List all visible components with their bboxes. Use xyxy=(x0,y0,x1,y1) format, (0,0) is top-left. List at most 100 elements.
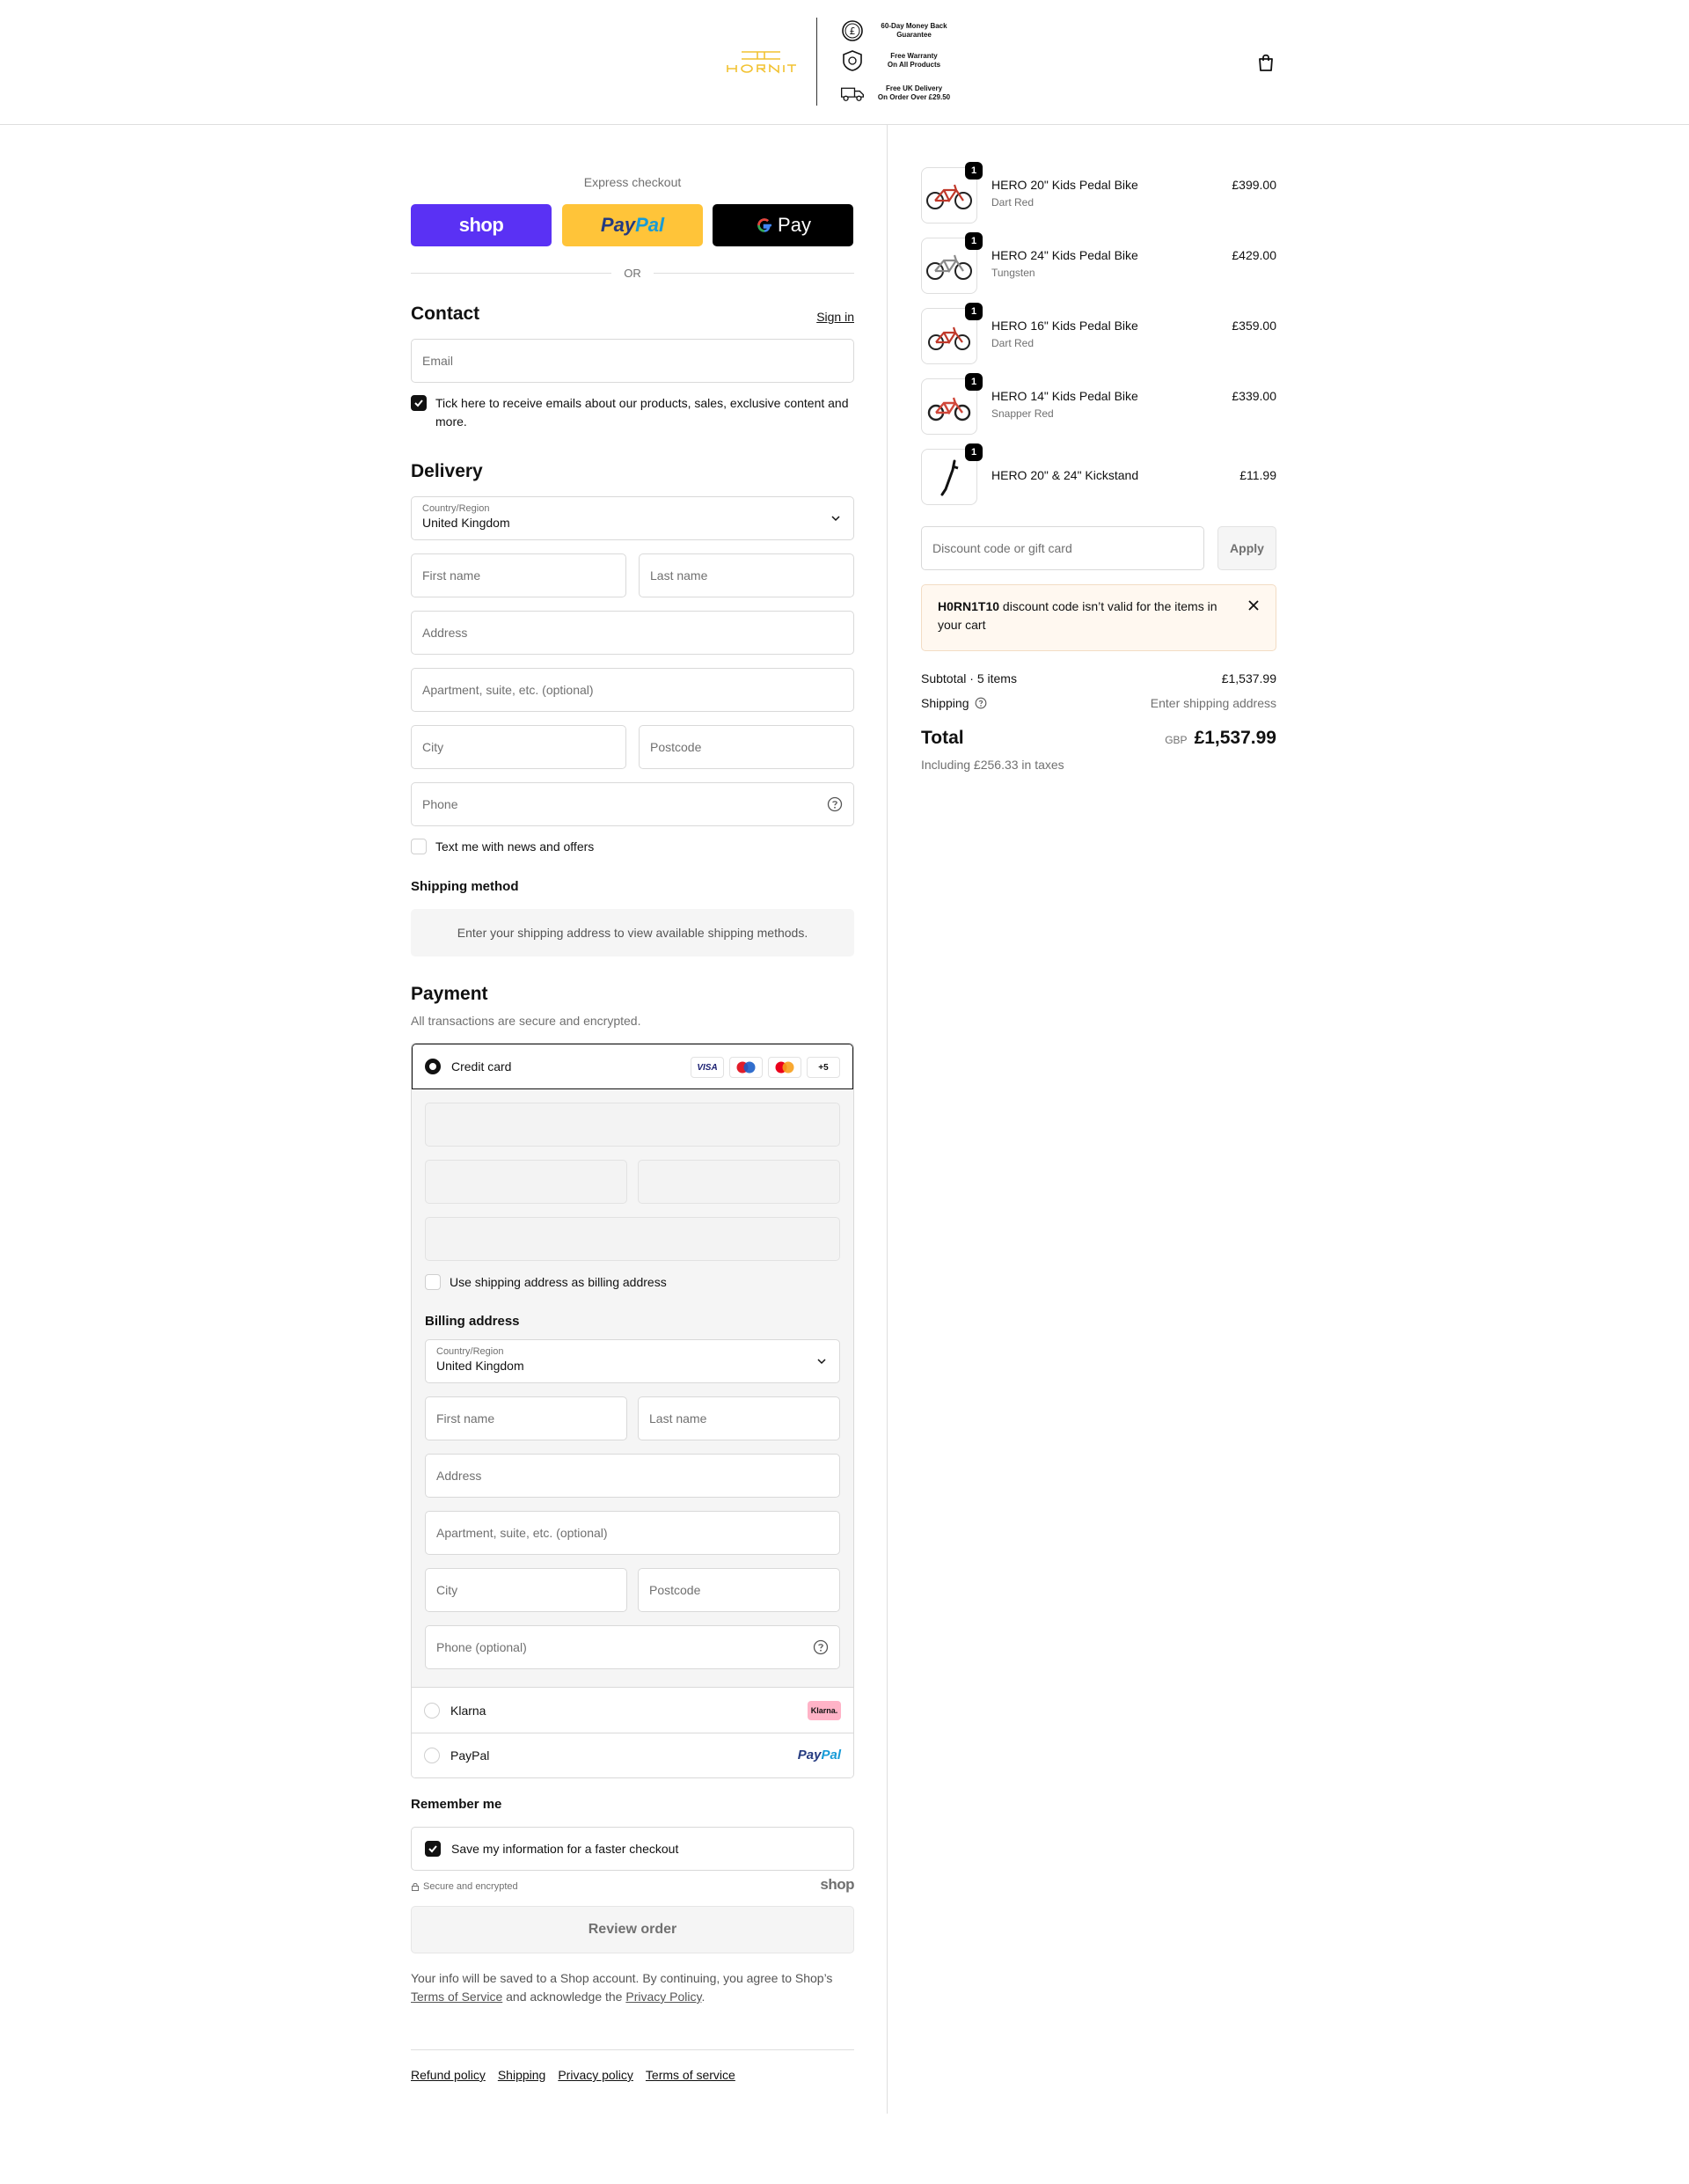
card-logos: VISA +5 xyxy=(691,1057,840,1078)
country-select[interactable]: Country/Region United Kingdom xyxy=(411,496,854,540)
cart-item: 1 HERO 14" Kids Pedal Bike Snapper Red £… xyxy=(921,373,1276,435)
paypal-label: PayPal xyxy=(450,1748,490,1763)
email-input[interactable] xyxy=(422,354,843,368)
terms-of-service-footer-link[interactable]: Terms of service xyxy=(646,2068,735,2082)
shipping-row: Shipping Enter shipping address xyxy=(921,696,1276,710)
item-name: HERO 20" Kids Pedal Bike xyxy=(991,178,1138,192)
paypal-button[interactable]: Pay Pal xyxy=(562,204,703,246)
quantity-badge: 1 xyxy=(965,303,983,320)
refund-policy-link[interactable]: Refund policy xyxy=(411,2068,486,2082)
currency-code: GBP xyxy=(1165,734,1188,746)
marketing-opt-in[interactable]: Tick here to receive emails about our pr… xyxy=(411,394,854,431)
sms-checkbox[interactable] xyxy=(411,839,427,854)
help-circle-icon[interactable] xyxy=(813,1639,829,1655)
email-field[interactable] xyxy=(411,339,854,383)
paypal-option[interactable]: PayPal PayPal xyxy=(412,1733,853,1777)
google-g-icon xyxy=(757,218,772,232)
apartment-input[interactable] xyxy=(422,683,843,697)
card-expiry-field[interactable] xyxy=(425,1160,627,1204)
billing-city-field[interactable] xyxy=(425,1568,627,1612)
shop-terms-text: Your info will be saved to a Shop accoun… xyxy=(411,1971,833,2004)
credit-card-radio[interactable] xyxy=(425,1059,441,1074)
hornit-logo[interactable] xyxy=(724,49,798,74)
postcode-field[interactable] xyxy=(639,725,854,769)
phone-input[interactable] xyxy=(422,797,827,811)
paypal-radio[interactable] xyxy=(424,1748,440,1763)
card-number-field[interactable] xyxy=(425,1103,840,1147)
perk-warranty-text: Free Warranty On All Products xyxy=(887,52,941,69)
apply-discount-button[interactable]: Apply xyxy=(1217,526,1276,570)
shopping-bag-icon[interactable] xyxy=(1256,53,1276,72)
billing-phone-input[interactable] xyxy=(436,1640,813,1654)
sign-in-link[interactable]: Sign in xyxy=(816,310,854,324)
billing-postcode-input[interactable] xyxy=(649,1583,829,1597)
secure-note: Secure and encrypted xyxy=(411,1881,518,1892)
lock-icon xyxy=(412,1883,419,1891)
help-circle-icon[interactable] xyxy=(827,796,843,812)
billing-phone-field[interactable] xyxy=(425,1625,840,1669)
billing-city-input[interactable] xyxy=(436,1583,616,1597)
billing-first-name-field[interactable] xyxy=(425,1396,627,1440)
card-name-field[interactable] xyxy=(425,1217,840,1261)
billing-same-checkbox[interactable] xyxy=(425,1274,441,1290)
billing-address-title: Billing address xyxy=(425,1314,520,1329)
shield-icon xyxy=(840,48,865,73)
last-name-input[interactable] xyxy=(650,568,843,583)
address-input[interactable] xyxy=(422,626,843,640)
perk-warranty: Free Warranty On All Products xyxy=(840,48,953,73)
credit-card-form: Use shipping address as billing address … xyxy=(412,1089,853,1688)
billing-last-name-input[interactable] xyxy=(649,1411,829,1425)
postcode-input[interactable] xyxy=(650,740,843,754)
billing-last-name-field[interactable] xyxy=(638,1396,840,1440)
privacy-policy-link[interactable]: Privacy Policy xyxy=(625,1990,701,2004)
billing-postcode-field[interactable] xyxy=(638,1568,840,1612)
card-cvc-field[interactable] xyxy=(638,1160,840,1204)
billing-address-input[interactable] xyxy=(436,1469,829,1483)
item-name: HERO 14" Kids Pedal Bike xyxy=(991,389,1138,403)
remember-me-title: Remember me xyxy=(411,1797,502,1812)
column-divider xyxy=(887,125,888,2114)
discount-input[interactable] xyxy=(932,541,1193,555)
klarna-option[interactable]: Klarna Klarna. xyxy=(412,1688,853,1733)
help-circle-icon[interactable] xyxy=(975,697,987,709)
marketing-checkbox[interactable] xyxy=(411,395,427,411)
first-name-field[interactable] xyxy=(411,553,626,597)
remember-me-box[interactable]: Save my information for a faster checkou… xyxy=(411,1827,854,1871)
credit-card-label: Credit card xyxy=(451,1059,512,1074)
checkout-form: Express checkout shop Pay Pal Pay OR Cont… xyxy=(411,125,854,2082)
shop-pay-button[interactable]: shop xyxy=(411,204,552,246)
quantity-badge: 1 xyxy=(965,373,983,391)
pound-coin-icon: £ xyxy=(840,18,865,43)
google-pay-button[interactable]: Pay xyxy=(713,204,853,246)
phone-field[interactable] xyxy=(411,782,854,826)
save-info-checkbox[interactable] xyxy=(425,1841,441,1857)
quantity-badge: 1 xyxy=(965,162,983,180)
discount-field[interactable] xyxy=(921,526,1204,570)
apartment-field[interactable] xyxy=(411,668,854,712)
city-field[interactable] xyxy=(411,725,626,769)
billing-same-option[interactable]: Use shipping address as billing address xyxy=(425,1273,667,1292)
billing-apartment-field[interactable] xyxy=(425,1511,840,1555)
address-field[interactable] xyxy=(411,611,854,655)
review-order-button[interactable]: Review order xyxy=(411,1906,854,1953)
shipping-policy-link[interactable]: Shipping xyxy=(498,2068,546,2082)
checkmark-icon xyxy=(428,1845,437,1853)
billing-address-field[interactable] xyxy=(425,1454,840,1498)
sms-opt-in[interactable]: Text me with news and offers xyxy=(411,838,594,856)
billing-country-select[interactable]: Country/Region United Kingdom xyxy=(425,1339,840,1383)
last-name-field[interactable] xyxy=(639,553,854,597)
subtotal-row: Subtotal · 5 items £1,537.99 xyxy=(921,671,1276,685)
terms-of-service-link[interactable]: Terms of Service xyxy=(411,1990,502,2004)
express-checkout-title: Express checkout xyxy=(583,175,682,189)
sms-label: Text me with news and offers xyxy=(435,839,595,854)
billing-apartment-input[interactable] xyxy=(436,1526,829,1540)
maestro-icon xyxy=(729,1057,763,1078)
billing-first-name-input[interactable] xyxy=(436,1411,616,1425)
city-input[interactable] xyxy=(422,740,615,754)
first-name-input[interactable] xyxy=(422,568,615,583)
shipping-method-placeholder: Enter your shipping address to view avai… xyxy=(411,909,854,956)
credit-card-option[interactable]: Credit card VISA +5 xyxy=(412,1044,853,1089)
close-icon[interactable] xyxy=(1247,599,1260,612)
privacy-policy-footer-link[interactable]: Privacy policy xyxy=(558,2068,633,2082)
klarna-radio[interactable] xyxy=(424,1702,440,1719)
